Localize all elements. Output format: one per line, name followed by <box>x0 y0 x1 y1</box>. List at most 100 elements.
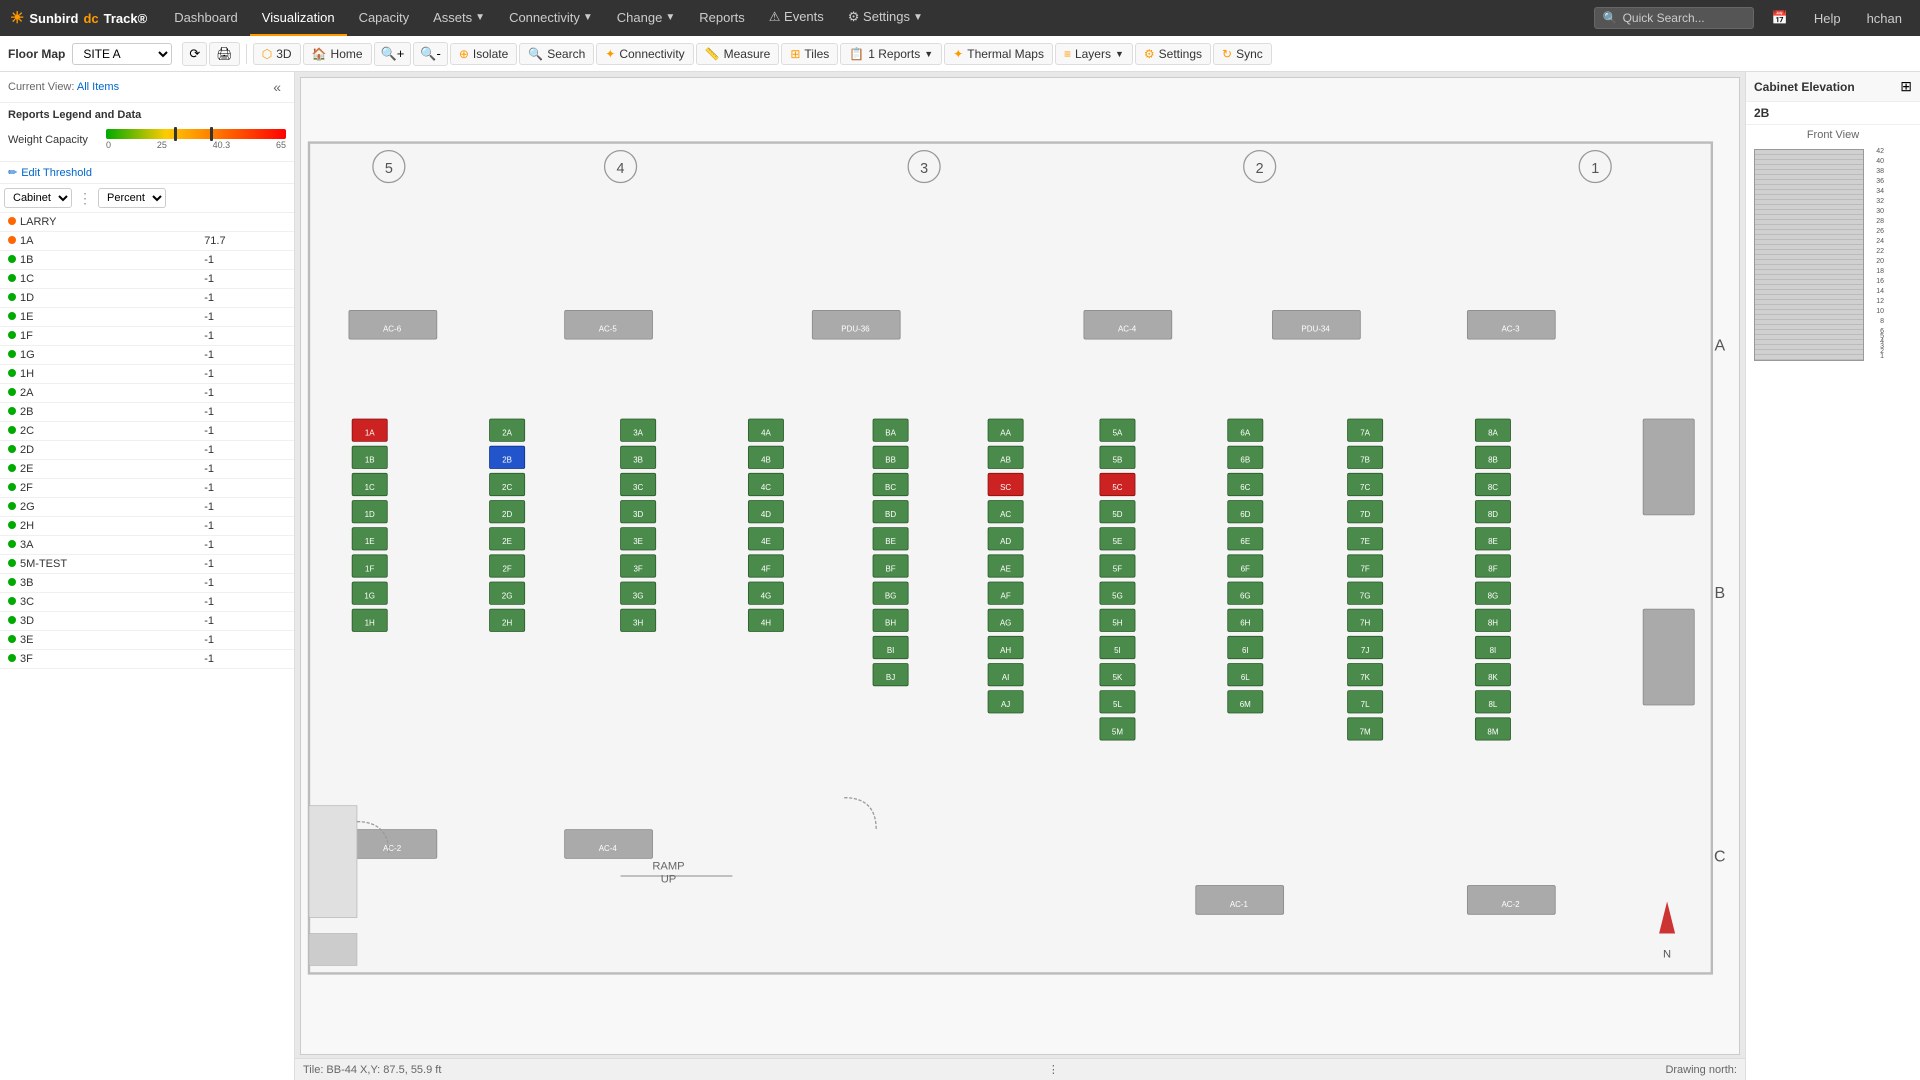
svg-text:7M: 7M <box>1360 727 1371 736</box>
collapse-panel-button[interactable]: « <box>268 77 286 97</box>
status-dot <box>8 578 16 586</box>
home-button[interactable]: 🏠Home <box>303 43 372 65</box>
nav-reports[interactable]: Reports <box>687 0 757 36</box>
panel-header: Current View: All Items « <box>0 72 294 103</box>
table-row[interactable]: 2A -1 <box>0 384 294 403</box>
svg-text:4B: 4B <box>761 456 771 465</box>
table-row[interactable]: 1H -1 <box>0 365 294 384</box>
svg-text:AI: AI <box>1002 673 1010 682</box>
current-view-link[interactable]: All Items <box>77 81 119 93</box>
refresh-button[interactable]: ⟳ <box>182 42 207 66</box>
svg-text:7B: 7B <box>1360 456 1370 465</box>
marker-40: 40.3 <box>213 140 231 150</box>
svg-text:5D: 5D <box>1112 510 1122 519</box>
3d-button[interactable]: ⬡3D <box>253 43 301 65</box>
layers-button[interactable]: ≡Layers ▼ <box>1055 43 1133 65</box>
tiles-icon: ⊞ <box>790 47 800 61</box>
table-row[interactable]: 1F -1 <box>0 327 294 346</box>
nav-visualization[interactable]: Visualization <box>250 0 347 36</box>
cabinet-name: 2A <box>0 384 196 403</box>
context-menu-dots[interactable]: ⋮ <box>1048 1063 1059 1076</box>
svg-text:BA: BA <box>885 428 896 437</box>
nav-settings[interactable]: ⚙ Settings ▼ <box>836 0 935 36</box>
cabinet-percent: -1 <box>196 612 294 631</box>
table-row[interactable]: 1G -1 <box>0 346 294 365</box>
cabinet-percent: -1 <box>196 403 294 422</box>
table-row[interactable]: 1E -1 <box>0 308 294 327</box>
data-table: LARRY 1A 71.7 1B -1 1C -1 1D -1 1E -1 1F… <box>0 213 294 1080</box>
isolate-button[interactable]: ⊕Isolate <box>450 43 517 65</box>
connectivity-button[interactable]: ✦Connectivity <box>596 43 693 65</box>
rack-number-34: 34 <box>1876 189 1884 194</box>
tiles-button[interactable]: ⊞Tiles <box>781 43 838 65</box>
table-row[interactable]: 2D -1 <box>0 441 294 460</box>
svg-text:7D: 7D <box>1360 510 1370 519</box>
table-row[interactable]: 1C -1 <box>0 270 294 289</box>
reports-legend: Reports Legend and Data Weight Capacity … <box>0 103 294 162</box>
svg-text:BJ: BJ <box>886 673 895 682</box>
floor-map-canvas[interactable]: A B C 5 4 3 2 1 A <box>300 77 1740 1055</box>
nav-dashboard[interactable]: Dashboard <box>162 0 250 36</box>
measure-button[interactable]: 📏Measure <box>696 43 780 65</box>
thermal-maps-button[interactable]: ✦Thermal Maps <box>944 43 1053 65</box>
logo-sunbird-text: Sunbird <box>29 11 78 26</box>
table-row[interactable]: 3D -1 <box>0 612 294 631</box>
zoom-in-button[interactable]: 🔍+ <box>374 42 412 66</box>
table-row[interactable]: 2E -1 <box>0 460 294 479</box>
rack-number-32: 32 <box>1876 199 1884 204</box>
reports-button[interactable]: 📋1 Reports ▼ <box>840 43 942 65</box>
row-label-b: B <box>1714 585 1725 602</box>
status-dot <box>8 540 16 548</box>
table-row[interactable]: 1A 71.7 <box>0 232 294 251</box>
floor-map-area[interactable]: A B C 5 4 3 2 1 A <box>295 72 1745 1080</box>
sync-button[interactable]: ↻Sync <box>1213 43 1272 65</box>
nav-capacity[interactable]: Capacity <box>347 0 422 36</box>
expand-button[interactable]: ⊞ <box>1900 78 1912 95</box>
settings-dropdown-icon: ▼ <box>913 12 923 23</box>
edit-threshold-button[interactable]: ✏ Edit Threshold <box>0 162 294 184</box>
print-button[interactable]: 🖨 <box>209 42 240 66</box>
svg-text:1G: 1G <box>364 591 375 600</box>
table-row[interactable]: 2F -1 <box>0 479 294 498</box>
calendar-icon[interactable]: 📅 <box>1764 10 1796 26</box>
help-button[interactable]: Help <box>1806 11 1849 26</box>
nav-change[interactable]: Change ▼ <box>605 0 687 36</box>
table-row[interactable]: 3F -1 <box>0 650 294 669</box>
table-row[interactable]: 5M-TEST -1 <box>0 555 294 574</box>
svg-text:5C: 5C <box>1112 483 1122 492</box>
svg-text:1E: 1E <box>365 537 375 546</box>
user-menu[interactable]: hchan <box>1859 11 1910 26</box>
search-button[interactable]: 🔍Search <box>519 43 594 65</box>
nav-assets[interactable]: Assets ▼ <box>421 0 497 36</box>
site-select[interactable]: SITE A <box>72 43 172 65</box>
svg-text:4F: 4F <box>761 564 770 573</box>
table-row[interactable]: 2G -1 <box>0 498 294 517</box>
table-row[interactable]: 3B -1 <box>0 574 294 593</box>
svg-text:6G: 6G <box>1240 591 1251 600</box>
nav-connectivity[interactable]: Connectivity ▼ <box>497 0 605 36</box>
settings-toolbar-button[interactable]: ⚙Settings <box>1135 43 1211 65</box>
col2-select[interactable]: Percent <box>98 188 166 208</box>
svg-text:4H: 4H <box>761 619 771 628</box>
status-dot <box>8 597 16 605</box>
gradient-bar <box>106 129 286 139</box>
drag-handle[interactable]: ⋮ <box>76 190 94 207</box>
table-row[interactable]: 1B -1 <box>0 251 294 270</box>
nav-events[interactable]: ⚠ Events <box>757 0 836 36</box>
table-row[interactable]: 3A -1 <box>0 536 294 555</box>
table-row[interactable]: 3E -1 <box>0 631 294 650</box>
cabinet-name: 3D <box>0 612 196 631</box>
rack-numbers: 4240383634323028262422201816141210865432… <box>1864 149 1884 359</box>
col1-select[interactable]: Cabinet <box>4 188 72 208</box>
marker-0: 0 <box>106 140 111 150</box>
status-dot <box>8 483 16 491</box>
svg-text:8A: 8A <box>1488 428 1498 437</box>
table-row[interactable]: 1D -1 <box>0 289 294 308</box>
quick-search-box[interactable]: 🔍 Quick Search... <box>1594 7 1754 29</box>
table-row[interactable]: 2B -1 <box>0 403 294 422</box>
table-row[interactable]: LARRY <box>0 213 294 232</box>
table-row[interactable]: 2C -1 <box>0 422 294 441</box>
table-row[interactable]: 3C -1 <box>0 593 294 612</box>
zoom-out-button[interactable]: 🔍- <box>413 42 448 66</box>
table-row[interactable]: 2H -1 <box>0 517 294 536</box>
